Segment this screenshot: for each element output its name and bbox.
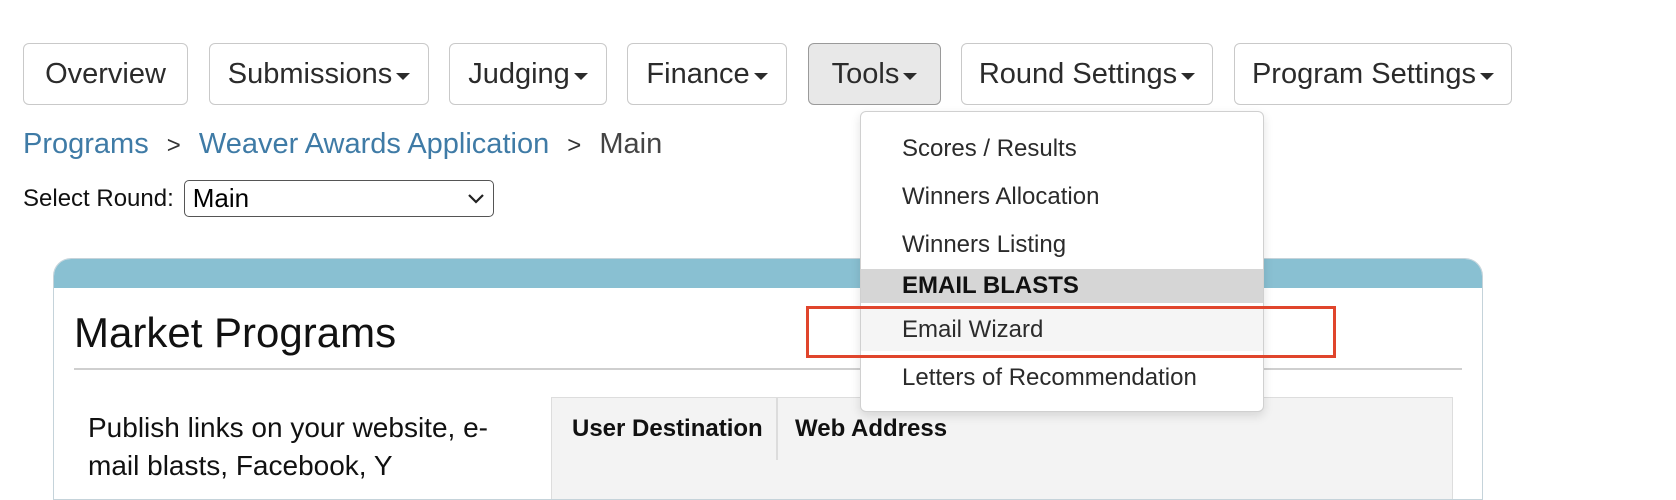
market-programs-panel: Market Programs Publish links on your we… [53, 258, 1483, 500]
menu-item-letters-of-recommendation[interactable]: Letters of Recommendation [861, 357, 1263, 399]
round-label: Select Round: [23, 184, 174, 212]
breadcrumb-programs-link[interactable]: Programs [23, 128, 149, 160]
nav-judging-button[interactable]: Judging [449, 43, 607, 105]
caret-down-icon [753, 72, 768, 80]
caret-down-icon [396, 72, 411, 80]
breadcrumb-current: Main [599, 128, 663, 160]
annotation-highlight-box [806, 306, 1336, 358]
tools-dropdown-menu: Scores / Results Winners Allocation Winn… [860, 111, 1264, 412]
caret-down-icon [1181, 72, 1196, 80]
nav-program-settings-label: Program Settings [1251, 57, 1477, 90]
caret-down-icon [573, 72, 588, 80]
destinations-table: User Destination Web Address [551, 397, 1453, 499]
panel-description: Publish links on your website, e-mail bl… [88, 412, 488, 481]
nav-overview-button[interactable]: Overview [23, 43, 188, 105]
round-select[interactable]: Main [183, 180, 494, 217]
panel-header-bar [54, 259, 1482, 288]
breadcrumb-application-link[interactable]: Weaver Awards Application [199, 128, 549, 160]
menu-section-email-blasts: EMAIL BLASTS [861, 269, 1263, 303]
nav-finance-label: Finance [646, 57, 750, 90]
panel-title: Market Programs [74, 309, 397, 356]
menu-item-winners-listing[interactable]: Winners Listing [861, 224, 1263, 266]
chevron-down-icon [467, 193, 484, 204]
nav-overview-label: Overview [45, 57, 166, 90]
round-select-value: Main [192, 183, 250, 213]
breadcrumb-separator: > [166, 132, 181, 159]
nav-submissions-label: Submissions [227, 57, 393, 90]
column-header-user-destination: User Destination [572, 415, 763, 442]
menu-item-winners-allocation[interactable]: Winners Allocation [861, 176, 1263, 218]
nav-tools-button[interactable]: Tools [808, 43, 941, 105]
nav-submissions-button[interactable]: Submissions [209, 43, 429, 105]
menu-item-scores-results[interactable]: Scores / Results [861, 128, 1263, 170]
round-selector: Select Round: Main [23, 180, 494, 217]
nav-tools-label: Tools [831, 57, 900, 90]
nav-judging-label: Judging [468, 57, 570, 90]
nav-program-settings-button[interactable]: Program Settings [1234, 43, 1512, 105]
nav-round-settings-button[interactable]: Round Settings [961, 43, 1213, 105]
caret-down-icon [903, 72, 918, 80]
nav-finance-button[interactable]: Finance [627, 43, 787, 105]
column-divider [776, 398, 778, 460]
breadcrumb-separator: > [567, 132, 582, 159]
breadcrumb: Programs > Weaver Awards Application > M… [23, 128, 662, 161]
caret-down-icon [1480, 72, 1495, 80]
nav-round-settings-label: Round Settings [978, 57, 1178, 90]
